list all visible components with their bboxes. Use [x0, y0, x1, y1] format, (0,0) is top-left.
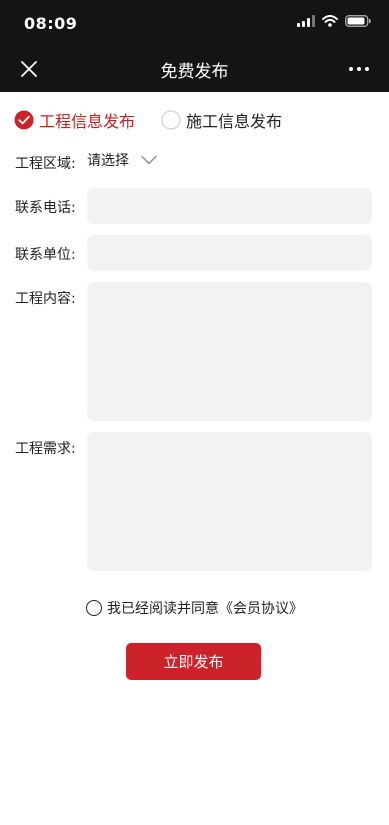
company-input[interactable]: [87, 235, 372, 271]
submit-button[interactable]: 立即发布: [126, 643, 261, 680]
publish-type-label: 工程信息发布: [39, 112, 136, 131]
publish-type-label: 施工信息发布: [186, 112, 283, 131]
status-icons: [297, 15, 371, 27]
publish-type-selector: 工程信息发布 施工信息发布: [14, 108, 282, 132]
demand-label: 工程需求:: [15, 441, 76, 457]
region-select[interactable]: 请选择: [87, 150, 157, 170]
agreement-checkbox[interactable]: [86, 600, 102, 616]
publish-screen: 08:09 免费发布 工程信息发布 施工信息发布 工程区域: 请选择 联系电话:…: [0, 0, 389, 825]
content-label: 工程内容:: [15, 291, 76, 307]
status-time: 08:09: [24, 14, 78, 33]
radio-unchecked-icon: [161, 110, 181, 130]
publish-type-project-info[interactable]: 工程信息发布: [14, 108, 135, 132]
wifi-icon: [322, 15, 338, 27]
region-label: 工程区域:: [15, 156, 76, 172]
more-icon[interactable]: [347, 60, 371, 78]
page-title: 免费发布: [160, 62, 229, 82]
radio-checked-icon: [14, 110, 34, 130]
battery-icon: [345, 15, 371, 27]
signal-icon: [297, 15, 315, 27]
content-textarea[interactable]: [87, 282, 372, 421]
agreement-text[interactable]: 我已经阅读并同意《会员协议》: [107, 598, 303, 618]
phone-label: 联系电话:: [15, 200, 76, 216]
agreement-row: 我已经阅读并同意《会员协议》: [0, 598, 389, 618]
company-label: 联系单位:: [15, 247, 76, 263]
top-bar: 08:09 免费发布: [0, 0, 389, 92]
region-value: 请选择: [87, 153, 129, 169]
publish-type-construction-info[interactable]: 施工信息发布: [161, 108, 282, 132]
chevron-down-icon: [141, 155, 157, 165]
phone-input[interactable]: [87, 188, 372, 224]
demand-textarea[interactable]: [87, 432, 372, 571]
